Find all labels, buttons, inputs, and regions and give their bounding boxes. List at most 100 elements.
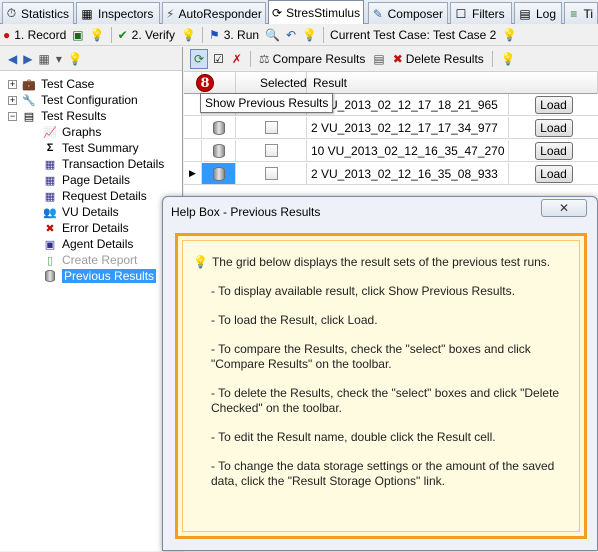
load-cell: Load <box>509 163 598 184</box>
show-previous-results-button[interactable]: ⟳ <box>190 49 209 69</box>
save-button[interactable]: ▣ <box>69 28 86 42</box>
dropdown-menu-icon[interactable]: ▾ <box>56 52 62 66</box>
table-row[interactable]: ▶ 2 VU_2013_02_12_16_35_08_933 Load <box>184 163 598 185</box>
load-button[interactable]: Load <box>534 95 573 114</box>
tree-item-test-case[interactable]: + 💼 Test Case <box>8 76 94 92</box>
tab-composer[interactable]: ✎ Composer <box>368 2 448 24</box>
search-button[interactable]: 🔍 <box>262 28 283 42</box>
select-checkbox[interactable] <box>236 163 307 184</box>
tree-item-agent-details[interactable]: ▣ Agent Details <box>42 236 134 252</box>
help-bulb-button[interactable]: 💡 <box>87 28 108 42</box>
search-icon: 🔍 <box>265 27 281 42</box>
clear-selection-button[interactable]: ✗ <box>229 49 245 69</box>
tree-item-graphs[interactable]: 📈 Graphs <box>42 124 101 140</box>
record-button[interactable]: ● 1. Record <box>0 28 69 42</box>
tree-item-test-results[interactable]: − ▤ Test Results <box>8 108 106 124</box>
collapse-icon[interactable]: − <box>8 111 17 121</box>
result-name-cell[interactable]: 2 VU_2013_02_12_17_17_34_977 <box>307 117 509 138</box>
tab-inspectors[interactable]: ▦ Inspectors <box>76 2 160 24</box>
separator <box>249 51 251 67</box>
checkbox-check-icon: ☑ <box>213 52 224 66</box>
select-all-button[interactable]: ☑ <box>210 49 227 69</box>
storage-options-button[interactable]: ▤ <box>370 49 387 69</box>
transaction-icon: ▦ <box>44 158 56 171</box>
lightbulb-icon: 💡 <box>302 27 318 42</box>
tab-log[interactable]: ▤ Log <box>514 2 562 24</box>
load-button[interactable]: Load <box>534 141 573 160</box>
tree-item-page-details[interactable]: ▦ Page Details <box>42 172 130 188</box>
forward-arrow-icon[interactable]: ▶ <box>23 52 32 66</box>
step-number-badge: 8 <box>196 74 214 92</box>
help-bulb-button-3[interactable]: 💡 <box>299 28 320 42</box>
result-name-cell[interactable]: 2 VU_2013_02_12_17_18_21_965 <box>307 94 509 115</box>
table-row[interactable]: 2 VU_2013_02_12_17_17_34_977 Load <box>184 117 598 139</box>
tab-filters[interactable]: ☐ Filters <box>450 2 512 24</box>
composer-icon: ✎ <box>372 6 383 21</box>
verify-button[interactable]: ✔ 2. Verify <box>115 28 178 42</box>
load-cell: Load <box>509 140 598 161</box>
record-icon: ● <box>3 27 11 42</box>
row-header[interactable] <box>184 140 202 161</box>
tree-item-vu-details[interactable]: 👥 VU Details <box>42 204 119 220</box>
results-toolbar: ⟳ ☑ ✗ ⚖ Compare Results ▤ ✖ Delete Resul… <box>184 47 598 72</box>
help-bulb-button-2[interactable]: 💡 <box>178 28 199 42</box>
select-checkbox[interactable] <box>236 117 307 138</box>
tab-label: Filters <box>472 6 505 21</box>
tree-item-transaction-details[interactable]: ▦ Transaction Details <box>42 156 164 172</box>
delete-results-button[interactable]: ✖ Delete Results <box>390 49 487 69</box>
load-cell: Load <box>509 94 598 115</box>
grid-view-icon[interactable]: ▦ <box>38 52 49 66</box>
select-checkbox[interactable] <box>236 140 307 161</box>
tree-item-test-configuration[interactable]: + 🔧 Test Configuration <box>8 92 138 108</box>
tab-label: StresStimulus <box>286 6 361 20</box>
delete-icon: ✖ <box>392 52 403 66</box>
help-bulb-button-5[interactable]: 💡 <box>498 49 519 69</box>
result-name-cell[interactable]: 2 VU_2013_02_12_16_35_08_933 <box>307 163 509 184</box>
row-header[interactable] <box>184 117 202 138</box>
graph-icon: 📈 <box>43 126 57 139</box>
table-row[interactable]: 10 VU_2013_02_12_16_35_47_270 Load <box>184 140 598 162</box>
close-icon: ✕ <box>558 201 570 215</box>
main-tab-strip: ⏱ Statistics ▦ Inspectors ⚡ AutoResponde… <box>0 0 598 25</box>
page-icon: ▦ <box>44 174 56 187</box>
lightbulb-icon: 💡 <box>193 255 208 269</box>
expand-icon[interactable]: + <box>8 79 17 89</box>
tree-item-create-report: ▯ Create Report <box>42 252 137 268</box>
load-button[interactable]: Load <box>534 164 573 183</box>
run-button[interactable]: ⚑ 3. Run <box>206 28 262 42</box>
inspect-icon: ▦ <box>81 6 93 21</box>
current-row-arrow-icon[interactable]: ▶ <box>184 163 202 184</box>
help-content-frame: 💡 The grid below displays the result set… <box>175 233 587 539</box>
close-button[interactable]: ✕ <box>541 199 587 217</box>
tree-item-error-details[interactable]: ✖ Error Details <box>42 220 128 236</box>
tree-item-test-summary[interactable]: Σ Test Summary <box>42 140 139 156</box>
separator <box>323 26 325 43</box>
result-column-header[interactable]: Result <box>307 72 598 94</box>
tree-item-request-details[interactable]: ▦ Request Details <box>42 188 147 204</box>
lightbulb-icon: 💡 <box>502 27 518 42</box>
load-button[interactable]: Load <box>534 118 573 137</box>
undo-button[interactable]: ↶ <box>283 28 299 42</box>
save-icon: ▣ <box>72 27 84 42</box>
tab-autoresponder[interactable]: ⚡ AutoResponder <box>162 2 266 24</box>
tab-stresstimulus[interactable]: ⟳ StresStimulus <box>268 0 364 25</box>
compare-results-button[interactable]: ⚖ Compare Results <box>256 49 368 69</box>
help-line: - To delete the Results, check the "sele… <box>211 386 560 415</box>
lightbulb-icon[interactable]: 💡 <box>68 52 83 66</box>
separator <box>491 51 493 67</box>
flag-icon: ⚑ <box>208 27 220 42</box>
tree-item-previous-results[interactable]: Previous Results <box>42 268 157 284</box>
database-icon <box>202 140 236 161</box>
checkmark-icon: ✔ <box>117 27 128 42</box>
result-name-cell[interactable]: 10 VU_2013_02_12_16_35_47_270 <box>307 140 509 161</box>
undo-icon: ↶ <box>286 27 297 42</box>
expand-icon[interactable]: + <box>8 95 17 105</box>
back-arrow-icon[interactable]: ◀ <box>8 52 17 66</box>
filter-icon: ☐ <box>455 6 467 21</box>
tab-statistics[interactable]: ⏱ Statistics <box>2 2 74 24</box>
help-bulb-button-4[interactable]: 💡 <box>499 28 520 42</box>
selected-column-header[interactable]: Selected <box>236 72 307 94</box>
clear-x-icon: ✗ <box>231 52 242 66</box>
sigma-icon: Σ <box>46 142 54 154</box>
tab-timeline[interactable]: ≡ Ti <box>564 2 598 24</box>
